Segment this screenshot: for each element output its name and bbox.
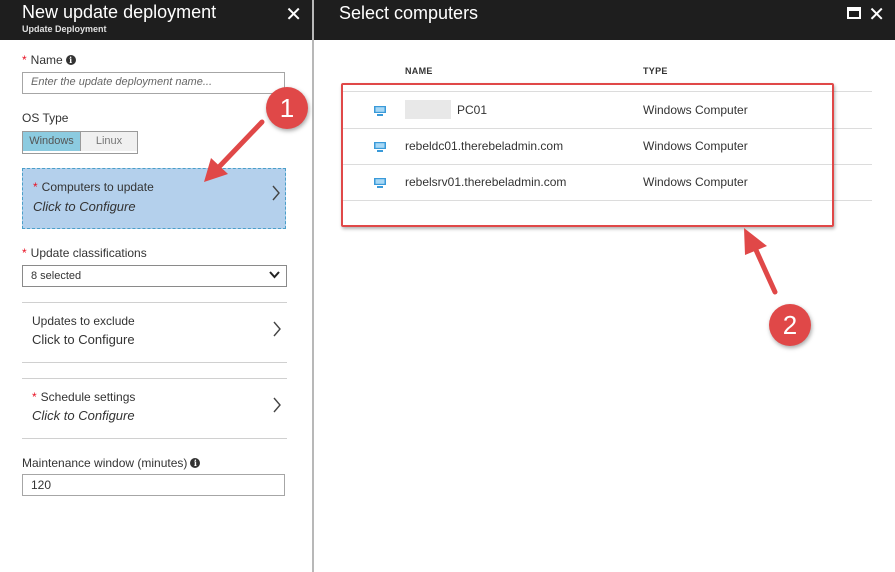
required-star: * xyxy=(32,390,37,404)
os-type-toggle: Windows Linux xyxy=(22,131,138,154)
right-blade-header: Select computers ✕ xyxy=(314,0,895,40)
column-header-type[interactable]: TYPE xyxy=(643,66,668,76)
annotation-highlight-box xyxy=(341,83,834,227)
blade-subtitle: Update Deployment xyxy=(22,24,107,34)
schedule-settings-label: Schedule settings xyxy=(40,390,136,404)
blade-title: New update deployment xyxy=(22,2,217,22)
computers-to-update-value: Click to Configure xyxy=(33,199,136,214)
update-classifications-dropdown[interactable]: 8 selected xyxy=(22,265,287,287)
close-icon[interactable]: ✕ xyxy=(285,2,302,27)
os-option-windows[interactable]: Windows xyxy=(23,132,80,151)
maintenance-window-text: Maintenance window (minutes) xyxy=(22,456,188,470)
required-star: * xyxy=(22,246,27,260)
close-icon[interactable]: ✕ xyxy=(868,2,885,27)
chevron-right-icon xyxy=(272,397,282,418)
updates-to-exclude-section[interactable]: Updates to exclude Click to Configure xyxy=(22,303,286,361)
os-type-label: OS Type xyxy=(22,111,69,125)
dropdown-value: 8 selected xyxy=(31,270,82,282)
chevron-down-icon xyxy=(269,268,280,282)
info-icon[interactable]: i xyxy=(65,55,76,65)
computers-to-update-title: * Computers to update xyxy=(33,180,154,194)
updates-to-exclude-title: Updates to exclude xyxy=(32,314,135,328)
select-computers-blade: Select computers ✕ NAME TYPE PC01 Window… xyxy=(314,0,895,572)
computers-to-update-label: Computers to update xyxy=(41,180,154,194)
maintenance-window-label: Maintenance window (minutes) i xyxy=(22,456,201,470)
schedule-settings-value: Click to Configure xyxy=(32,408,135,423)
maximize-icon[interactable] xyxy=(847,6,861,24)
update-classifications-label: * Update classifications xyxy=(22,246,147,260)
updates-to-exclude-value: Click to Configure xyxy=(32,332,135,347)
update-classifications-text: Update classifications xyxy=(30,246,147,260)
blade-title: Select computers xyxy=(339,3,479,23)
left-blade-header: New update deployment Update Deployment … xyxy=(0,0,312,40)
divider xyxy=(22,362,287,363)
os-option-linux[interactable]: Linux xyxy=(80,132,137,151)
name-field-label: * Name i xyxy=(22,53,76,67)
schedule-settings-title: * Schedule settings xyxy=(32,390,135,404)
computers-to-update-section[interactable]: * Computers to update Click to Configure xyxy=(22,168,286,229)
required-star: * xyxy=(22,53,27,67)
info-icon[interactable]: i xyxy=(190,458,201,468)
name-label-text: Name xyxy=(30,53,63,67)
annotation-badge-2: 2 xyxy=(769,304,811,346)
column-header-name[interactable]: NAME xyxy=(405,66,433,76)
maintenance-window-input[interactable]: 120 xyxy=(22,474,285,496)
name-input[interactable]: Enter the update deployment name... xyxy=(22,72,285,94)
divider xyxy=(22,438,287,439)
new-update-deployment-blade: New update deployment Update Deployment … xyxy=(0,0,314,572)
chevron-right-icon xyxy=(271,185,281,206)
required-star: * xyxy=(33,180,38,194)
annotation-badge-1: 1 xyxy=(266,87,308,129)
schedule-settings-section[interactable]: * Schedule settings Click to Configure xyxy=(22,379,286,437)
chevron-right-icon xyxy=(272,321,282,342)
